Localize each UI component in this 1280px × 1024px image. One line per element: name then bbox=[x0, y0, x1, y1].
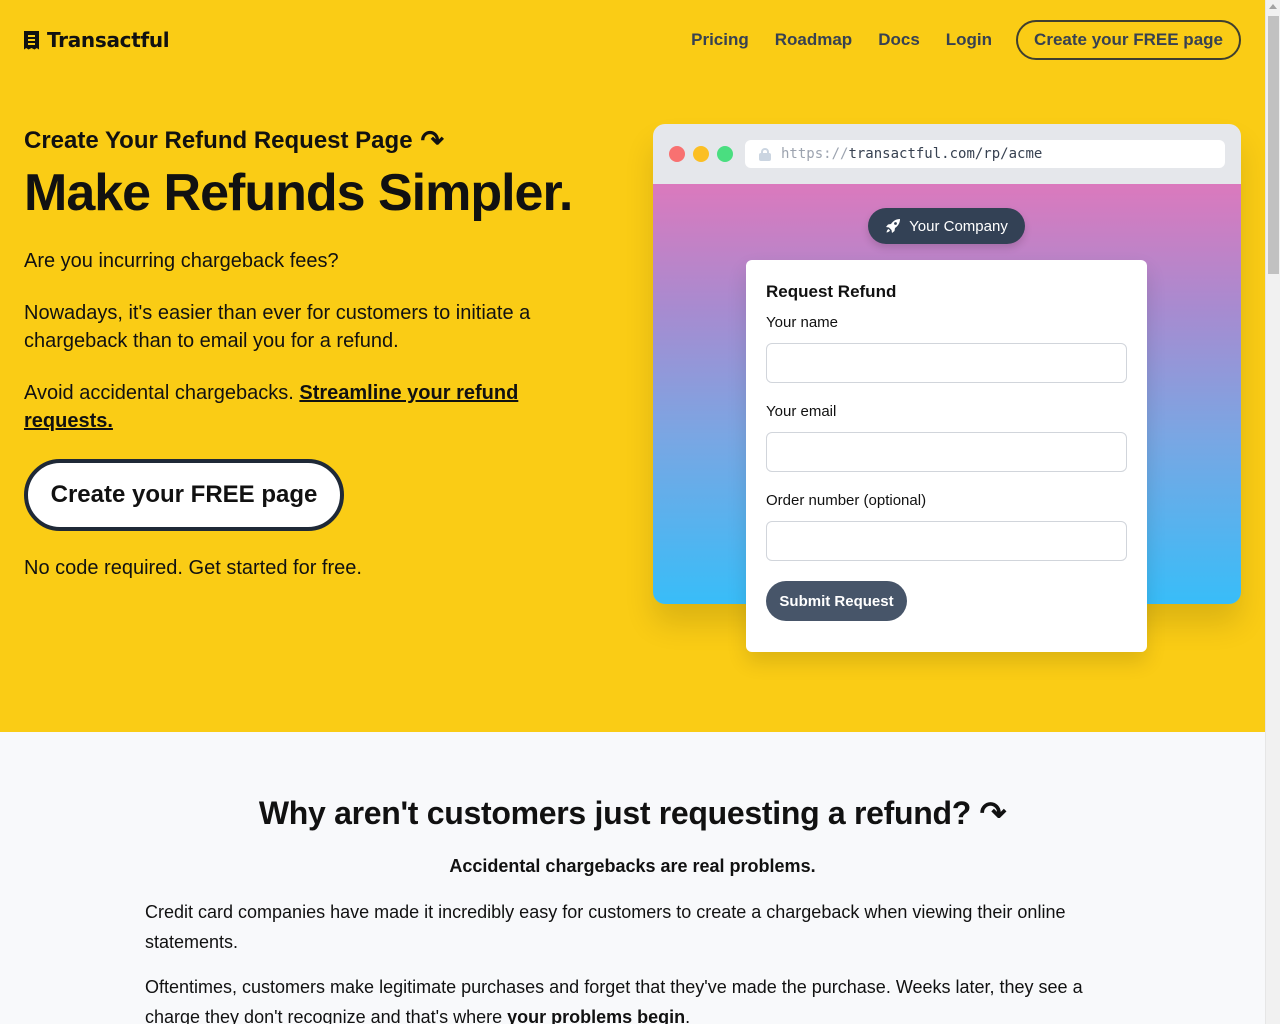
curved-arrow-down-icon: ↷ bbox=[979, 795, 1007, 831]
nav-link-roadmap[interactable]: Roadmap bbox=[775, 30, 852, 50]
why-paragraph-2: Oftentimes, customers make legitimate pu… bbox=[145, 972, 1135, 1024]
window-maximize-dot bbox=[717, 146, 733, 162]
hero-section: Transactful Pricing Roadmap Docs Login C… bbox=[0, 0, 1265, 732]
email-input[interactable] bbox=[766, 432, 1127, 472]
hero-paragraph-2: Nowadays, it's easier than ever for cust… bbox=[24, 302, 531, 352]
why-section-subtitle: Accidental chargebacks are real problems… bbox=[449, 856, 816, 876]
submit-request-button[interactable]: Submit Request bbox=[766, 581, 907, 621]
form-title: Request Refund bbox=[766, 282, 897, 301]
browser-toolbar: https://transactful.com/rp/acme bbox=[653, 124, 1241, 184]
name-input[interactable] bbox=[766, 343, 1127, 383]
hero-note: No code required. Get started for free. bbox=[24, 557, 362, 579]
url-path: transactful.com/rp/acme bbox=[848, 146, 1043, 162]
nav-link-docs[interactable]: Docs bbox=[878, 30, 920, 50]
nav-links: Pricing Roadmap Docs Login Create your F… bbox=[691, 20, 1241, 60]
hero-eyebrow: Create Your Refund Request Page ↷ bbox=[24, 124, 604, 157]
order-number-input[interactable] bbox=[766, 521, 1127, 561]
curved-arrow-down-icon: ↷ bbox=[420, 125, 445, 156]
hero-headline: Make Refunds Simpler. bbox=[24, 164, 573, 222]
hero-copy: Create Your Refund Request Page ↷ Make R… bbox=[24, 124, 604, 580]
hero-paragraph-3-text: Avoid accidental chargebacks. bbox=[24, 382, 300, 404]
email-label: Your email bbox=[766, 403, 837, 420]
hero-paragraph-1: Are you incurring chargeback fees? bbox=[24, 250, 339, 272]
vertical-scrollbar[interactable] bbox=[1265, 0, 1280, 1024]
window-minimize-dot bbox=[693, 146, 709, 162]
nav-link-login[interactable]: Login bbox=[946, 30, 992, 50]
hero-eyebrow-text: Create Your Refund Request Page bbox=[24, 126, 413, 154]
url-bar: https://transactful.com/rp/acme bbox=[745, 140, 1225, 168]
url-protocol: https:// bbox=[781, 146, 849, 162]
problems-begin-link[interactable]: your problems begin bbox=[507, 1007, 685, 1024]
why-paragraph-1: Credit card companies have made it incre… bbox=[145, 902, 1066, 952]
browser-content: Your Company Request Refund Your name Yo… bbox=[653, 184, 1241, 652]
rocket-icon bbox=[886, 219, 901, 233]
top-nav: Transactful Pricing Roadmap Docs Login C… bbox=[24, 20, 1241, 60]
why-section-title-text: Why aren't customers just requesting a r… bbox=[258, 795, 972, 831]
company-name: Your Company bbox=[909, 217, 1008, 235]
page: Transactful Pricing Roadmap Docs Login C… bbox=[0, 0, 1265, 1024]
nav-link-pricing[interactable]: Pricing bbox=[691, 30, 749, 50]
order-number-label: Order number (optional) bbox=[766, 492, 927, 509]
scroll-up-arrow-icon[interactable] bbox=[1269, 4, 1277, 9]
window-close-dot bbox=[669, 146, 685, 162]
brand-name: Transactful bbox=[47, 28, 170, 52]
hero-paragraph-3: Avoid accidental chargebacks. Streamline… bbox=[24, 379, 604, 435]
browser-mockup: https://transactful.com/rp/acme Your Com… bbox=[653, 124, 1241, 652]
why-section: Why aren't customers just requesting a r… bbox=[0, 732, 1265, 1024]
receipt-icon bbox=[24, 30, 39, 50]
brand-logo[interactable]: Transactful bbox=[24, 28, 170, 52]
refund-request-form: Request Refund Your name Your email Orde… bbox=[746, 260, 1147, 652]
why-paragraph-2-end: . bbox=[685, 1007, 691, 1024]
nav-create-page-button[interactable]: Create your FREE page bbox=[1016, 20, 1241, 60]
lock-icon bbox=[759, 147, 771, 161]
why-section-title: Why aren't customers just requesting a r… bbox=[0, 794, 1265, 832]
hero-create-page-button[interactable]: Create your FREE page bbox=[24, 459, 344, 531]
name-label: Your name bbox=[766, 314, 838, 331]
company-badge: Your Company bbox=[868, 208, 1025, 244]
scrollbar-thumb[interactable] bbox=[1268, 16, 1279, 274]
